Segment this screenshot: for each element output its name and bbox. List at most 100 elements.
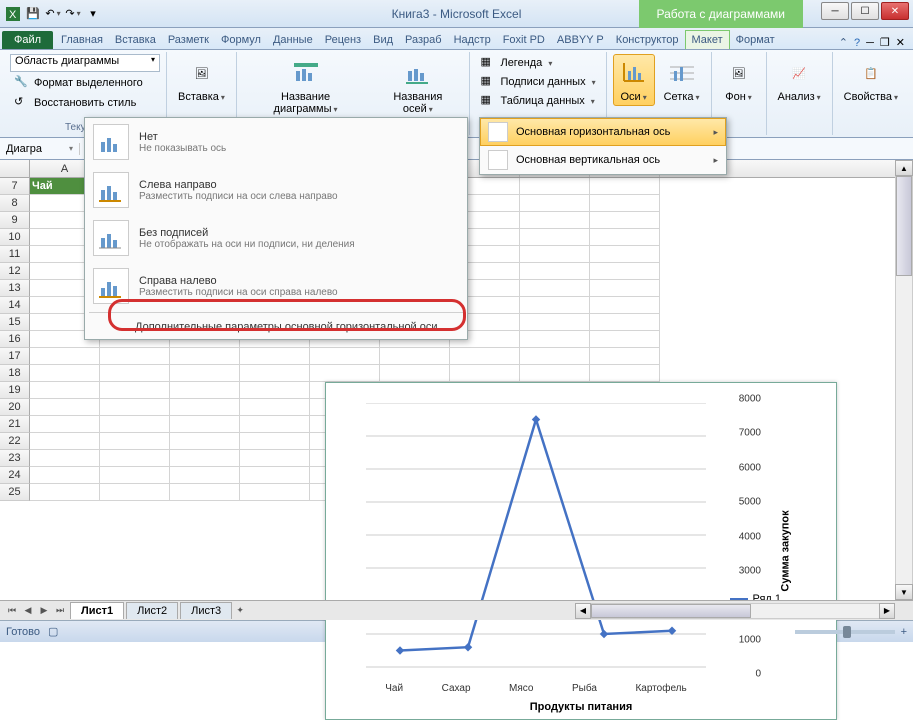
name-box[interactable]: Диагра▾	[0, 143, 80, 155]
sheet-nav-prev[interactable]: ◀	[20, 603, 36, 619]
analysis-button[interactable]: 📈 Анализ	[773, 54, 826, 106]
help-icon[interactable]: ?	[854, 37, 860, 49]
cell[interactable]	[30, 433, 100, 450]
row-header[interactable]: 24	[0, 467, 30, 484]
cell[interactable]	[170, 450, 240, 467]
tab-view[interactable]: Вид	[367, 31, 399, 49]
cell[interactable]	[100, 450, 170, 467]
cell[interactable]	[240, 416, 310, 433]
row-header[interactable]: 12	[0, 263, 30, 280]
row-header[interactable]: 19	[0, 382, 30, 399]
cell[interactable]	[520, 297, 590, 314]
tab-insert[interactable]: Вставка	[109, 31, 162, 49]
sheet-nav-last[interactable]: ⏭	[52, 603, 68, 619]
legend-button[interactable]: ▦Легенда	[476, 54, 599, 72]
scroll-up-button[interactable]: ▲	[895, 160, 913, 176]
cell[interactable]	[520, 178, 590, 195]
cell[interactable]	[240, 484, 310, 501]
row-header[interactable]: 10	[0, 229, 30, 246]
cell[interactable]	[240, 348, 310, 365]
insert-shapes-button[interactable]: 🖼 Вставка	[173, 54, 230, 106]
cell[interactable]	[520, 263, 590, 280]
cell[interactable]	[520, 365, 590, 382]
properties-button[interactable]: 📋 Свойства	[839, 54, 903, 106]
close-button[interactable]: ✕	[881, 2, 909, 20]
tab-foxit[interactable]: Foxit PD	[497, 31, 551, 49]
row-header[interactable]: 23	[0, 450, 30, 467]
cell[interactable]	[590, 331, 660, 348]
cell[interactable]	[240, 382, 310, 399]
file-tab[interactable]: Файл	[2, 31, 53, 49]
cell[interactable]	[170, 467, 240, 484]
axis-option-none[interactable]: НетНе показывать ось	[85, 118, 467, 166]
cell[interactable]	[590, 195, 660, 212]
primary-vertical-axis-item[interactable]: Основная вертикальная ось ▸	[480, 146, 726, 174]
background-button[interactable]: 🖼 Фон	[718, 54, 760, 106]
cell[interactable]	[520, 314, 590, 331]
cell[interactable]	[590, 365, 660, 382]
chart-title-button[interactable]: Название диаграммы	[243, 54, 368, 118]
tab-abbyy[interactable]: ABBYY P	[551, 31, 610, 49]
zoom-slider[interactable]	[795, 630, 895, 634]
row-header[interactable]: 14	[0, 297, 30, 314]
doc-restore-icon[interactable]: ❐	[880, 36, 890, 49]
cell[interactable]	[100, 382, 170, 399]
sheet-tab[interactable]: Лист3	[180, 602, 232, 619]
row-header[interactable]: 11	[0, 246, 30, 263]
tab-formulas[interactable]: Формул	[215, 31, 267, 49]
cell[interactable]	[380, 348, 450, 365]
row-header[interactable]: 25	[0, 484, 30, 501]
minimize-button[interactable]: ─	[821, 2, 849, 20]
cell[interactable]	[590, 246, 660, 263]
cell[interactable]	[30, 416, 100, 433]
cell[interactable]	[520, 331, 590, 348]
cell[interactable]	[240, 467, 310, 484]
cell[interactable]	[520, 229, 590, 246]
tab-developer[interactable]: Разраб	[399, 31, 448, 49]
row-header[interactable]: 18	[0, 365, 30, 382]
vertical-scrollbar[interactable]: ▲ ▼	[895, 160, 913, 600]
axis-option-ltr[interactable]: Слева направоРазместить подписи на оси с…	[85, 166, 467, 214]
maximize-button[interactable]: ☐	[851, 2, 879, 20]
scroll-left-button[interactable]: ◀	[575, 603, 591, 619]
cell[interactable]	[170, 484, 240, 501]
cell[interactable]	[240, 399, 310, 416]
cell[interactable]	[520, 246, 590, 263]
cell[interactable]	[30, 450, 100, 467]
sheet-nav-first[interactable]: ⏮	[4, 603, 20, 619]
cell[interactable]	[520, 212, 590, 229]
select-all-cell[interactable]	[0, 160, 30, 177]
doc-minimize-icon[interactable]: ─	[866, 37, 874, 49]
tab-data[interactable]: Данные	[267, 31, 319, 49]
row-header[interactable]: 17	[0, 348, 30, 365]
row-header[interactable]: 16	[0, 331, 30, 348]
cell[interactable]	[170, 416, 240, 433]
tab-addins[interactable]: Надстр	[448, 31, 497, 49]
cell[interactable]	[100, 433, 170, 450]
tab-home[interactable]: Главная	[55, 31, 109, 49]
scroll-down-button[interactable]: ▼	[895, 584, 913, 600]
row-header[interactable]: 7	[0, 178, 30, 195]
cell[interactable]	[520, 348, 590, 365]
embedded-chart[interactable]: 010002000300040005000600070008000 ЧайСах…	[325, 382, 837, 720]
row-header[interactable]: 15	[0, 314, 30, 331]
row-header[interactable]: 8	[0, 195, 30, 212]
row-header[interactable]: 21	[0, 416, 30, 433]
cell[interactable]	[240, 450, 310, 467]
cell[interactable]	[100, 484, 170, 501]
cell[interactable]	[100, 416, 170, 433]
qat-customize-icon[interactable]: ▾	[84, 5, 102, 23]
tab-chart-layout[interactable]: Макет	[685, 30, 730, 49]
zoom-slider-thumb[interactable]	[843, 626, 851, 638]
tab-chart-format[interactable]: Формат	[730, 31, 781, 49]
data-labels-button[interactable]: ▦Подписи данных	[476, 73, 599, 91]
cell[interactable]	[100, 467, 170, 484]
row-header[interactable]: 13	[0, 280, 30, 297]
minimize-ribbon-icon[interactable]: ⌃	[839, 36, 848, 49]
cell[interactable]	[590, 178, 660, 195]
cell[interactable]	[590, 348, 660, 365]
axis-option-no-labels[interactable]: Без подписейНе отображать на оси ни подп…	[85, 214, 467, 262]
scroll-thumb[interactable]	[896, 176, 912, 276]
horizontal-scrollbar[interactable]: ◀ ▶	[575, 603, 895, 619]
cell[interactable]	[590, 297, 660, 314]
